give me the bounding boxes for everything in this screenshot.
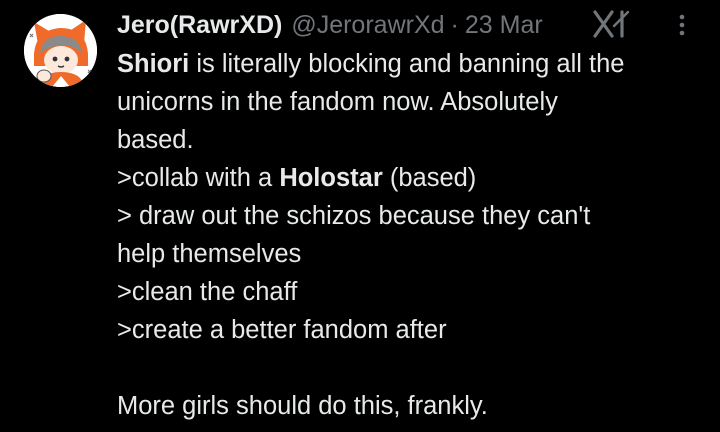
tweet-line: Shiori is literally blocking and banning… xyxy=(117,45,707,83)
tweet-line: unicorns in the fandom now. Absolutely xyxy=(117,88,558,116)
tweet-line: >clean the chaff xyxy=(117,278,298,306)
tweet-date[interactable]: 23 Mar xyxy=(465,8,543,42)
avatar-illustration-icon xyxy=(24,14,97,87)
tweet-line: > draw out the schizos because they can'… xyxy=(117,202,591,230)
user-handle[interactable]: @JerorawrXd xyxy=(291,8,444,42)
tweet-text: Shiori is literally blocking and banning… xyxy=(117,45,707,425)
tweet-line: More girls should do this, frankly. xyxy=(117,392,488,420)
tweet-line-text: >collab with a xyxy=(117,164,280,192)
tweet-line: based. xyxy=(117,126,194,154)
header-separator: · xyxy=(450,11,459,39)
more-vertical-icon[interactable] xyxy=(670,10,694,40)
tweet-line: >create a better fandom after xyxy=(117,316,447,344)
tweet-line-text: (based) xyxy=(382,164,477,192)
tweet-line-text: is literally blocking and banning all th… xyxy=(189,50,625,78)
avatar[interactable] xyxy=(24,14,97,87)
display-name[interactable]: Jero(RawrXD) xyxy=(117,8,282,42)
tweet[interactable]: Jero(RawrXD) @JerorawrXd · 23 Mar Shiori… xyxy=(0,0,720,432)
mention-holostar: Holostar xyxy=(279,164,383,192)
tweet-header: Jero(RawrXD) @JerorawrXd · 23 Mar xyxy=(117,8,543,42)
mention-shiori: Shiori xyxy=(117,50,190,78)
tweet-line: >collab with a Holostar (based) xyxy=(117,159,707,197)
tweet-line: help themselves xyxy=(117,240,302,268)
x-grok-logo-icon[interactable] xyxy=(590,8,636,40)
